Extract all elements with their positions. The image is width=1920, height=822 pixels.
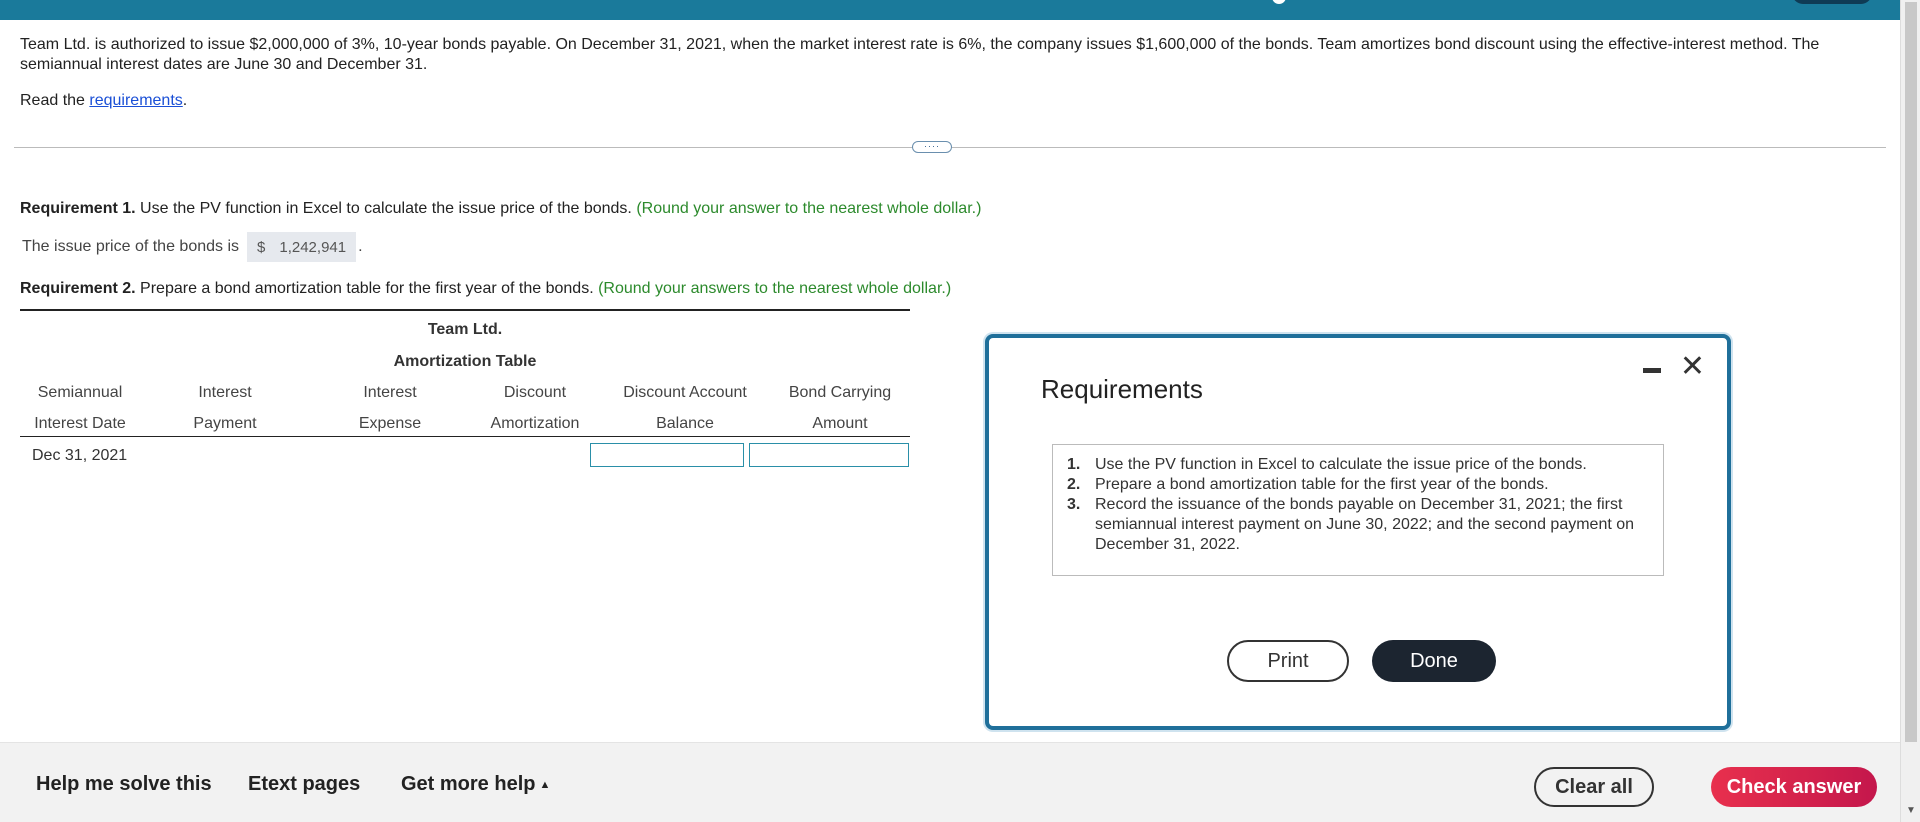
column-header-line2: Expense	[358, 415, 422, 432]
column-header-line2: Amortization	[490, 415, 580, 432]
table-title: Amortization Table	[393, 353, 537, 370]
problem-statement: Team Ltd. is authorized to issue $2,000,…	[20, 36, 1820, 73]
banner-indicator-icon	[1272, 0, 1286, 4]
column-header-line1: Interest	[363, 384, 417, 401]
requirement-1-instruction: Use the PV function in Excel to calculat…	[135, 200, 637, 217]
requirement-1-text: Requirement 1. Use the PV function in Ex…	[20, 200, 981, 218]
requirement-text: Use the PV function in Excel to calculat…	[1095, 456, 1587, 473]
table-company-name: Team Ltd.	[427, 321, 503, 338]
column-header-discount-balance: Discount Account Balance	[600, 377, 770, 439]
requirement-2-hint: (Round your answers to the nearest whole…	[598, 280, 952, 297]
read-requirements-line: Read the requirements.	[20, 92, 187, 110]
table-header-rule	[20, 436, 910, 437]
column-header-line2: Payment	[193, 415, 257, 432]
column-header-carrying-amount: Bond Carrying Amount	[770, 377, 910, 439]
column-header-line2: Balance	[656, 415, 714, 432]
requirement-number: 1.	[1067, 456, 1081, 473]
currency-symbol: $	[257, 238, 266, 256]
get-more-help-label: Get more help	[401, 773, 536, 795]
requirement-2-instruction: Prepare a bond amortization table for th…	[135, 280, 599, 297]
issue-price-prefix: The issue price of the bonds is	[22, 238, 240, 255]
row-date-dec-31-2021: Dec 31, 2021	[32, 447, 128, 464]
get-more-help-menu[interactable]: Get more help ▲	[401, 773, 550, 796]
requirement-2-label: Requirement 2.	[20, 280, 136, 297]
column-header-line1: Discount	[503, 384, 567, 401]
column-header-discount-amortization: Discount Amortization	[470, 377, 600, 439]
requirements-list: 1. Use the PV function in Excel to calcu…	[1052, 444, 1664, 576]
vertical-scrollbar[interactable]: ▼	[1900, 0, 1920, 822]
column-header-interest-expense: Interest Expense	[335, 377, 445, 439]
help-me-solve-this-link[interactable]: Help me solve this	[36, 773, 212, 796]
column-header-line1: Interest	[198, 384, 252, 401]
read-prefix: Read the	[20, 92, 90, 109]
requirement-number: 3.	[1067, 496, 1081, 513]
banner-button[interactable]	[1792, 0, 1872, 4]
issue-price-answer-field[interactable]: $ 1,242,941	[247, 232, 357, 262]
column-header-line2: Interest Date	[34, 415, 126, 432]
scroll-down-arrow-icon[interactable]: ▼	[1906, 805, 1916, 816]
issue-price-value: 1,242,941	[279, 238, 347, 256]
scrollbar-thumb[interactable]	[1905, 2, 1917, 742]
dialog-title: Requirements	[1041, 374, 1203, 404]
requirement-text: Record the issuance of the bonds payable…	[1095, 496, 1635, 553]
check-answer-button[interactable]: Check answer	[1711, 767, 1877, 807]
close-icon[interactable]: ✕	[1680, 352, 1705, 382]
clear-all-button[interactable]: Clear all	[1534, 767, 1654, 807]
column-header-line1: Bond Carrying	[788, 384, 892, 401]
requirements-link[interactable]: requirements	[89, 92, 182, 109]
requirement-text: Prepare a bond amortization table for th…	[1095, 476, 1549, 493]
requirement-item: 2. Prepare a bond amortization table for…	[1067, 475, 1649, 495]
column-header-line2: Amount	[812, 415, 868, 432]
requirement-2-text: Requirement 2. Prepare a bond amortizati…	[20, 280, 951, 298]
column-header-interest-date: Semiannual Interest Date	[20, 377, 140, 439]
divider-expand-handle[interactable]: ····	[912, 141, 952, 153]
requirement-1-hint: (Round your answer to the nearest whole …	[636, 200, 982, 217]
etext-pages-link[interactable]: Etext pages	[248, 773, 360, 796]
table-top-rule	[20, 309, 910, 311]
requirement-item: 3. Record the issuance of the bonds paya…	[1067, 495, 1649, 555]
print-button[interactable]: Print	[1227, 640, 1349, 682]
done-button[interactable]: Done	[1372, 640, 1496, 682]
discount-balance-input[interactable]	[590, 443, 744, 467]
footer-bar: Help me solve this Etext pages Get more …	[0, 742, 1900, 822]
carrying-amount-input[interactable]	[749, 443, 909, 467]
requirement-1-label: Requirement 1.	[20, 200, 136, 217]
minimize-icon[interactable]	[1643, 368, 1661, 373]
read-suffix: .	[182, 92, 188, 109]
column-header-line1: Discount Account	[623, 384, 747, 401]
caret-up-icon: ▲	[539, 778, 551, 791]
requirement-number: 2.	[1067, 476, 1081, 493]
issue-price-line: The issue price of the bonds is $ 1,242,…	[22, 232, 363, 262]
issue-price-suffix: .	[358, 238, 363, 255]
top-banner	[0, 0, 1900, 20]
requirement-item: 1. Use the PV function in Excel to calcu…	[1067, 455, 1649, 475]
column-header-line1: Semiannual	[37, 384, 123, 401]
column-header-interest-payment: Interest Payment	[170, 377, 280, 439]
requirements-dialog: Requirements ✕ 1. Use the PV function in…	[985, 334, 1731, 730]
